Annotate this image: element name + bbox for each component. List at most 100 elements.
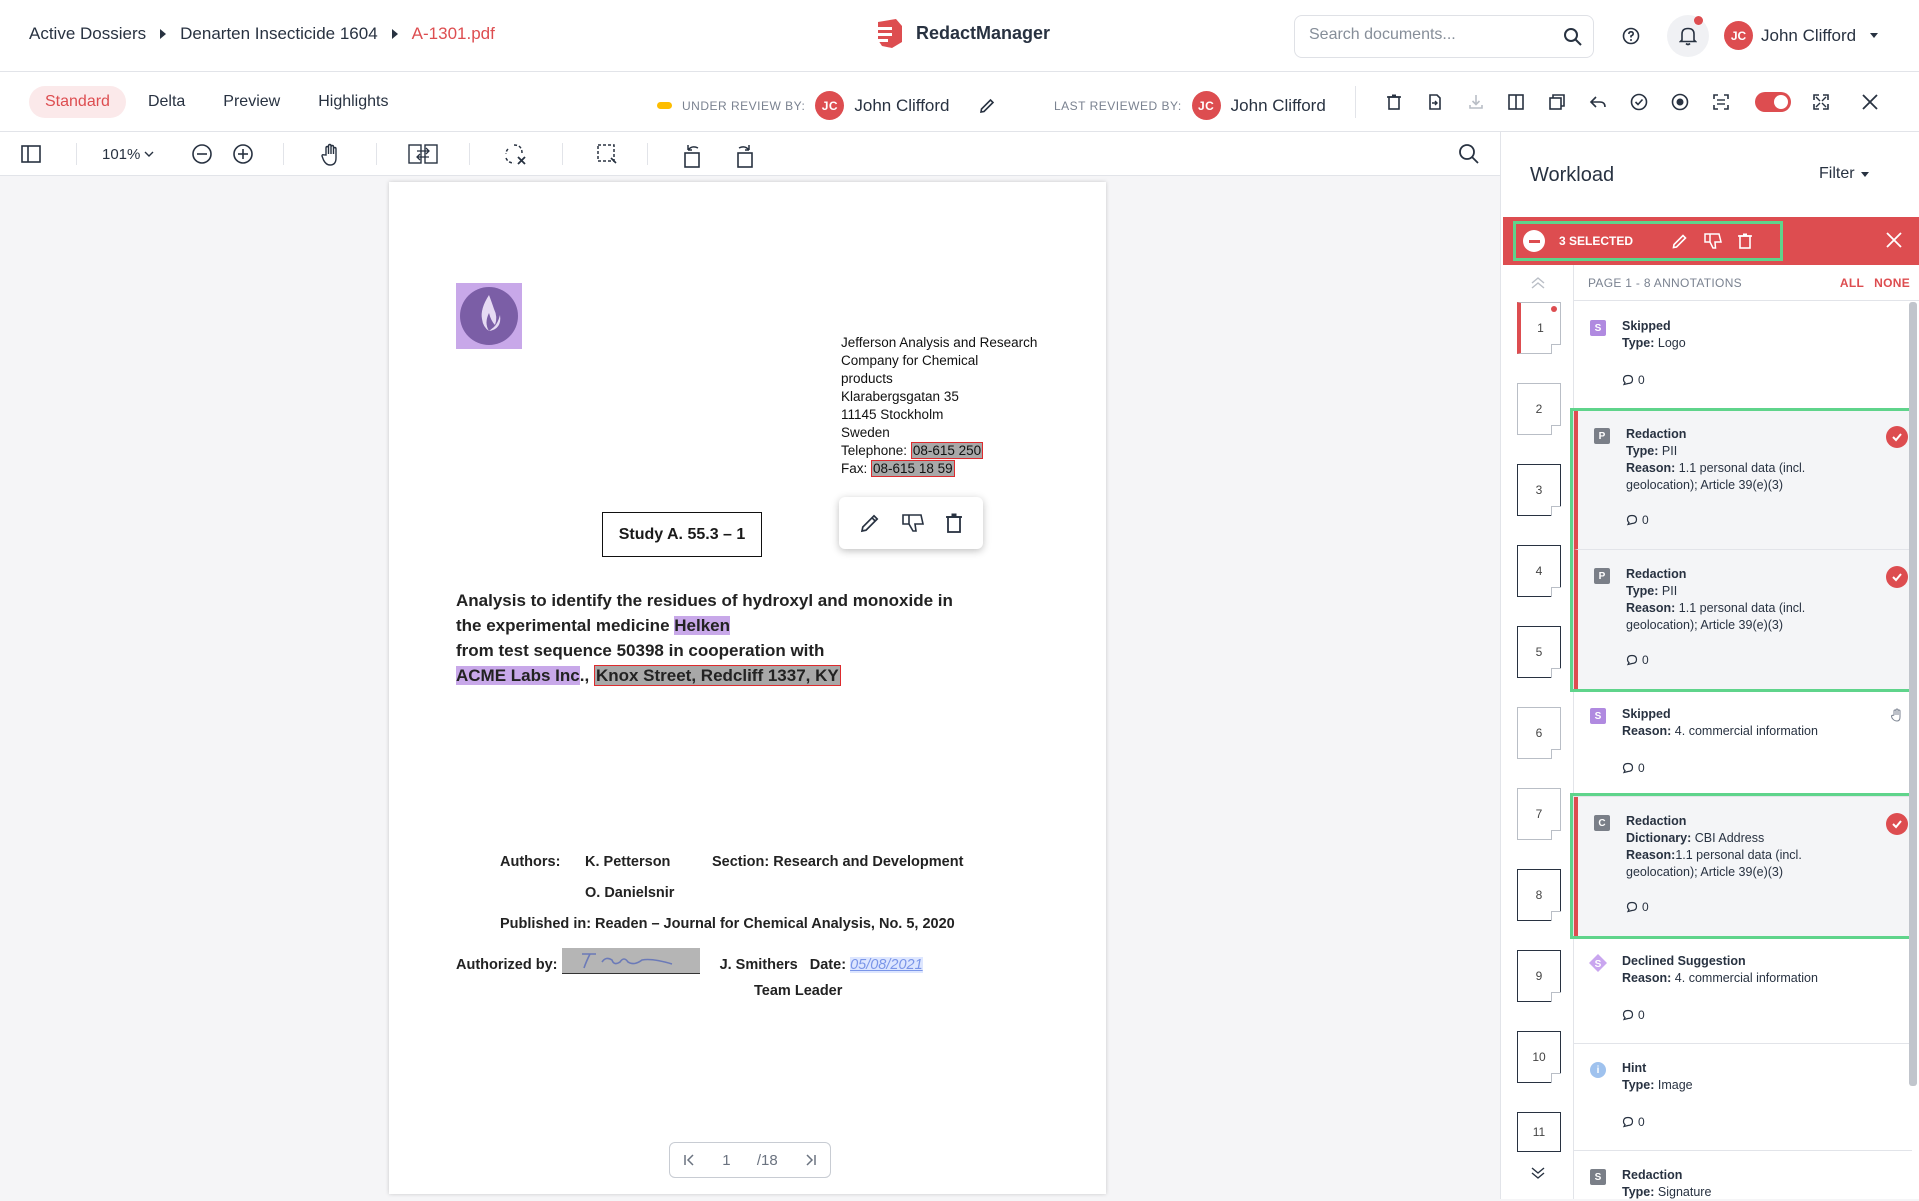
flame-logo-icon bbox=[460, 287, 518, 345]
page-number-input[interactable]: 1 bbox=[722, 1152, 730, 1169]
rotate-left-icon[interactable] bbox=[682, 143, 704, 169]
record-icon[interactable] bbox=[1669, 91, 1691, 113]
download-icon[interactable] bbox=[1465, 91, 1487, 113]
close-icon[interactable] bbox=[1859, 91, 1881, 113]
deselect-icon[interactable] bbox=[1523, 230, 1545, 252]
annotation-item[interactable]: S Skipped Type: Logo 0 bbox=[1574, 302, 1912, 409]
breadcrumb-active-dossiers[interactable]: Active Dossiers bbox=[29, 24, 146, 44]
redacted-address[interactable]: Knox Street, Redcliff 1337, KY bbox=[593, 665, 841, 686]
tab-preview[interactable]: Preview bbox=[207, 86, 296, 118]
thumbs-down-icon[interactable] bbox=[901, 512, 925, 534]
delete-icon[interactable] bbox=[945, 512, 963, 534]
pencil-icon[interactable] bbox=[859, 512, 881, 534]
zoom-out-icon[interactable] bbox=[191, 143, 213, 165]
undo-icon[interactable] bbox=[1587, 91, 1609, 113]
tab-highlights[interactable]: Highlights bbox=[302, 86, 404, 118]
document-info-icon[interactable] bbox=[1505, 91, 1527, 113]
highlighted-company[interactable]: ACME Labs Inc bbox=[456, 666, 580, 685]
filter-button[interactable]: Filter bbox=[1819, 165, 1869, 183]
annotation-item[interactable]: S Skipped Reason: 4. commercial informat… bbox=[1574, 690, 1912, 797]
page-thumbnail[interactable]: 10 bbox=[1517, 1031, 1561, 1083]
tab-standard[interactable]: Standard bbox=[29, 86, 126, 118]
redacted-telephone[interactable]: 08-615 250 bbox=[910, 442, 984, 459]
select-none-link[interactable]: NONE bbox=[1874, 276, 1910, 290]
rotate-right-icon[interactable] bbox=[733, 143, 755, 169]
document-heading: Analysis to identify the residues of hyd… bbox=[456, 588, 1016, 688]
user-menu[interactable]: JC John Clifford bbox=[1724, 21, 1879, 50]
annotation-item[interactable]: S Declined Suggestion Reason: 4. commerc… bbox=[1574, 937, 1912, 1044]
compare-pages-icon[interactable] bbox=[408, 143, 438, 165]
hand-icon[interactable] bbox=[1890, 708, 1904, 722]
scan-text-icon[interactable] bbox=[1710, 91, 1732, 113]
delete-icon[interactable] bbox=[1383, 91, 1405, 113]
notifications-button[interactable] bbox=[1667, 15, 1709, 57]
page-thumbnail[interactable]: 8 bbox=[1517, 869, 1561, 921]
fax-line: Fax: 08-615 18 59 bbox=[841, 460, 1037, 478]
fullscreen-icon[interactable] bbox=[1810, 91, 1832, 113]
page-thumbnail[interactable]: 3 bbox=[1517, 464, 1561, 516]
page-fold bbox=[1551, 749, 1561, 759]
authorized-name: J. Smithers bbox=[719, 956, 798, 973]
app-logo[interactable]: RedactManager bbox=[872, 16, 1050, 50]
annotation-marker bbox=[1551, 306, 1557, 312]
page-thumbnail[interactable]: 11 bbox=[1517, 1112, 1561, 1152]
comments-count[interactable]: 0 bbox=[1622, 1115, 1645, 1129]
search-icon[interactable] bbox=[1563, 27, 1583, 47]
page-number: 10 bbox=[1532, 1050, 1546, 1064]
company-logo[interactable] bbox=[456, 283, 522, 349]
redacted-fax[interactable]: 08-615 18 59 bbox=[871, 460, 955, 477]
last-page-icon[interactable] bbox=[804, 1153, 818, 1167]
redaction-toggle[interactable] bbox=[1755, 92, 1791, 112]
page-thumbnail[interactable]: 2 bbox=[1517, 383, 1561, 435]
page-thumbnail[interactable]: 9 bbox=[1517, 950, 1561, 1002]
compare-icon[interactable] bbox=[1546, 91, 1568, 113]
first-page-icon[interactable] bbox=[682, 1153, 696, 1167]
zoom-in-icon[interactable] bbox=[232, 143, 254, 165]
delete-icon[interactable] bbox=[1737, 232, 1753, 250]
scroll-up-icon[interactable] bbox=[1530, 275, 1546, 291]
redacted-signature[interactable] bbox=[561, 948, 700, 974]
search-input[interactable] bbox=[1309, 26, 1549, 44]
company-address: Jefferson Analysis and Research Company … bbox=[841, 334, 1037, 478]
workload-panel: Workload Filter 3 SELECTED 1 2 3 4 5 6 7… bbox=[1500, 132, 1919, 1199]
top-bar: Active Dossiers Denarten Insecticide 160… bbox=[0, 0, 1919, 72]
last-reviewed: LAST REVIEWED BY: JC John Clifford bbox=[1054, 91, 1326, 120]
pencil-icon[interactable] bbox=[1671, 232, 1689, 250]
tab-delta[interactable]: Delta bbox=[132, 86, 201, 118]
page-thumbnail[interactable]: 4 bbox=[1517, 545, 1561, 597]
close-icon[interactable] bbox=[1884, 230, 1904, 250]
page-thumbnail[interactable]: 1 bbox=[1517, 302, 1561, 354]
annotations-scrollbar[interactable] bbox=[1909, 302, 1917, 1086]
comments-count[interactable]: 0 bbox=[1622, 761, 1645, 775]
sidebar-toggle-icon[interactable] bbox=[20, 143, 42, 165]
annotation-type-badge: S bbox=[1590, 1169, 1606, 1185]
document-page[interactable]: Jefferson Analysis and Research Company … bbox=[389, 182, 1106, 1194]
page-fold bbox=[1551, 587, 1561, 597]
comments-count[interactable]: 0 bbox=[1622, 373, 1645, 387]
annotation-item[interactable]: S Redaction Type: Signature bbox=[1574, 1151, 1912, 1199]
annotation-item[interactable]: i Hint Type: Image 0 bbox=[1574, 1044, 1912, 1151]
help-button[interactable] bbox=[1610, 15, 1652, 57]
pencil-icon[interactable] bbox=[978, 97, 996, 115]
address-line: Klarabergsgatan 35 bbox=[841, 389, 959, 404]
page-thumbnail[interactable]: 5 bbox=[1517, 626, 1561, 678]
search-document-icon[interactable] bbox=[1458, 143, 1480, 165]
approve-icon[interactable] bbox=[1628, 91, 1650, 113]
thumbs-down-icon[interactable] bbox=[1703, 232, 1723, 250]
select-all-link[interactable]: ALL bbox=[1840, 276, 1864, 290]
comment-count: 0 bbox=[1638, 761, 1645, 775]
rectangle-select-icon[interactable] bbox=[596, 143, 618, 165]
page-thumbnail[interactable]: 6 bbox=[1517, 707, 1561, 759]
pan-hand-icon[interactable] bbox=[320, 143, 342, 167]
export-icon[interactable] bbox=[1424, 91, 1446, 113]
comments-count[interactable]: 0 bbox=[1622, 1008, 1645, 1022]
breadcrumb-dossier[interactable]: Denarten Insecticide 1604 bbox=[180, 24, 378, 44]
clear-selection-icon[interactable] bbox=[504, 143, 528, 167]
page-thumbnail[interactable]: 7 bbox=[1517, 788, 1561, 840]
scroll-down-icon[interactable] bbox=[1530, 1165, 1546, 1181]
highlighted-date[interactable]: 05/08/2021 bbox=[850, 956, 923, 973]
heading-line: ACME Labs Inc., Knox Street, Redcliff 13… bbox=[456, 663, 1016, 688]
highlighted-medicine[interactable]: Helken bbox=[674, 616, 730, 635]
breadcrumb-file[interactable]: A-1301.pdf bbox=[412, 24, 495, 44]
zoom-select[interactable]: 101% bbox=[102, 142, 174, 166]
